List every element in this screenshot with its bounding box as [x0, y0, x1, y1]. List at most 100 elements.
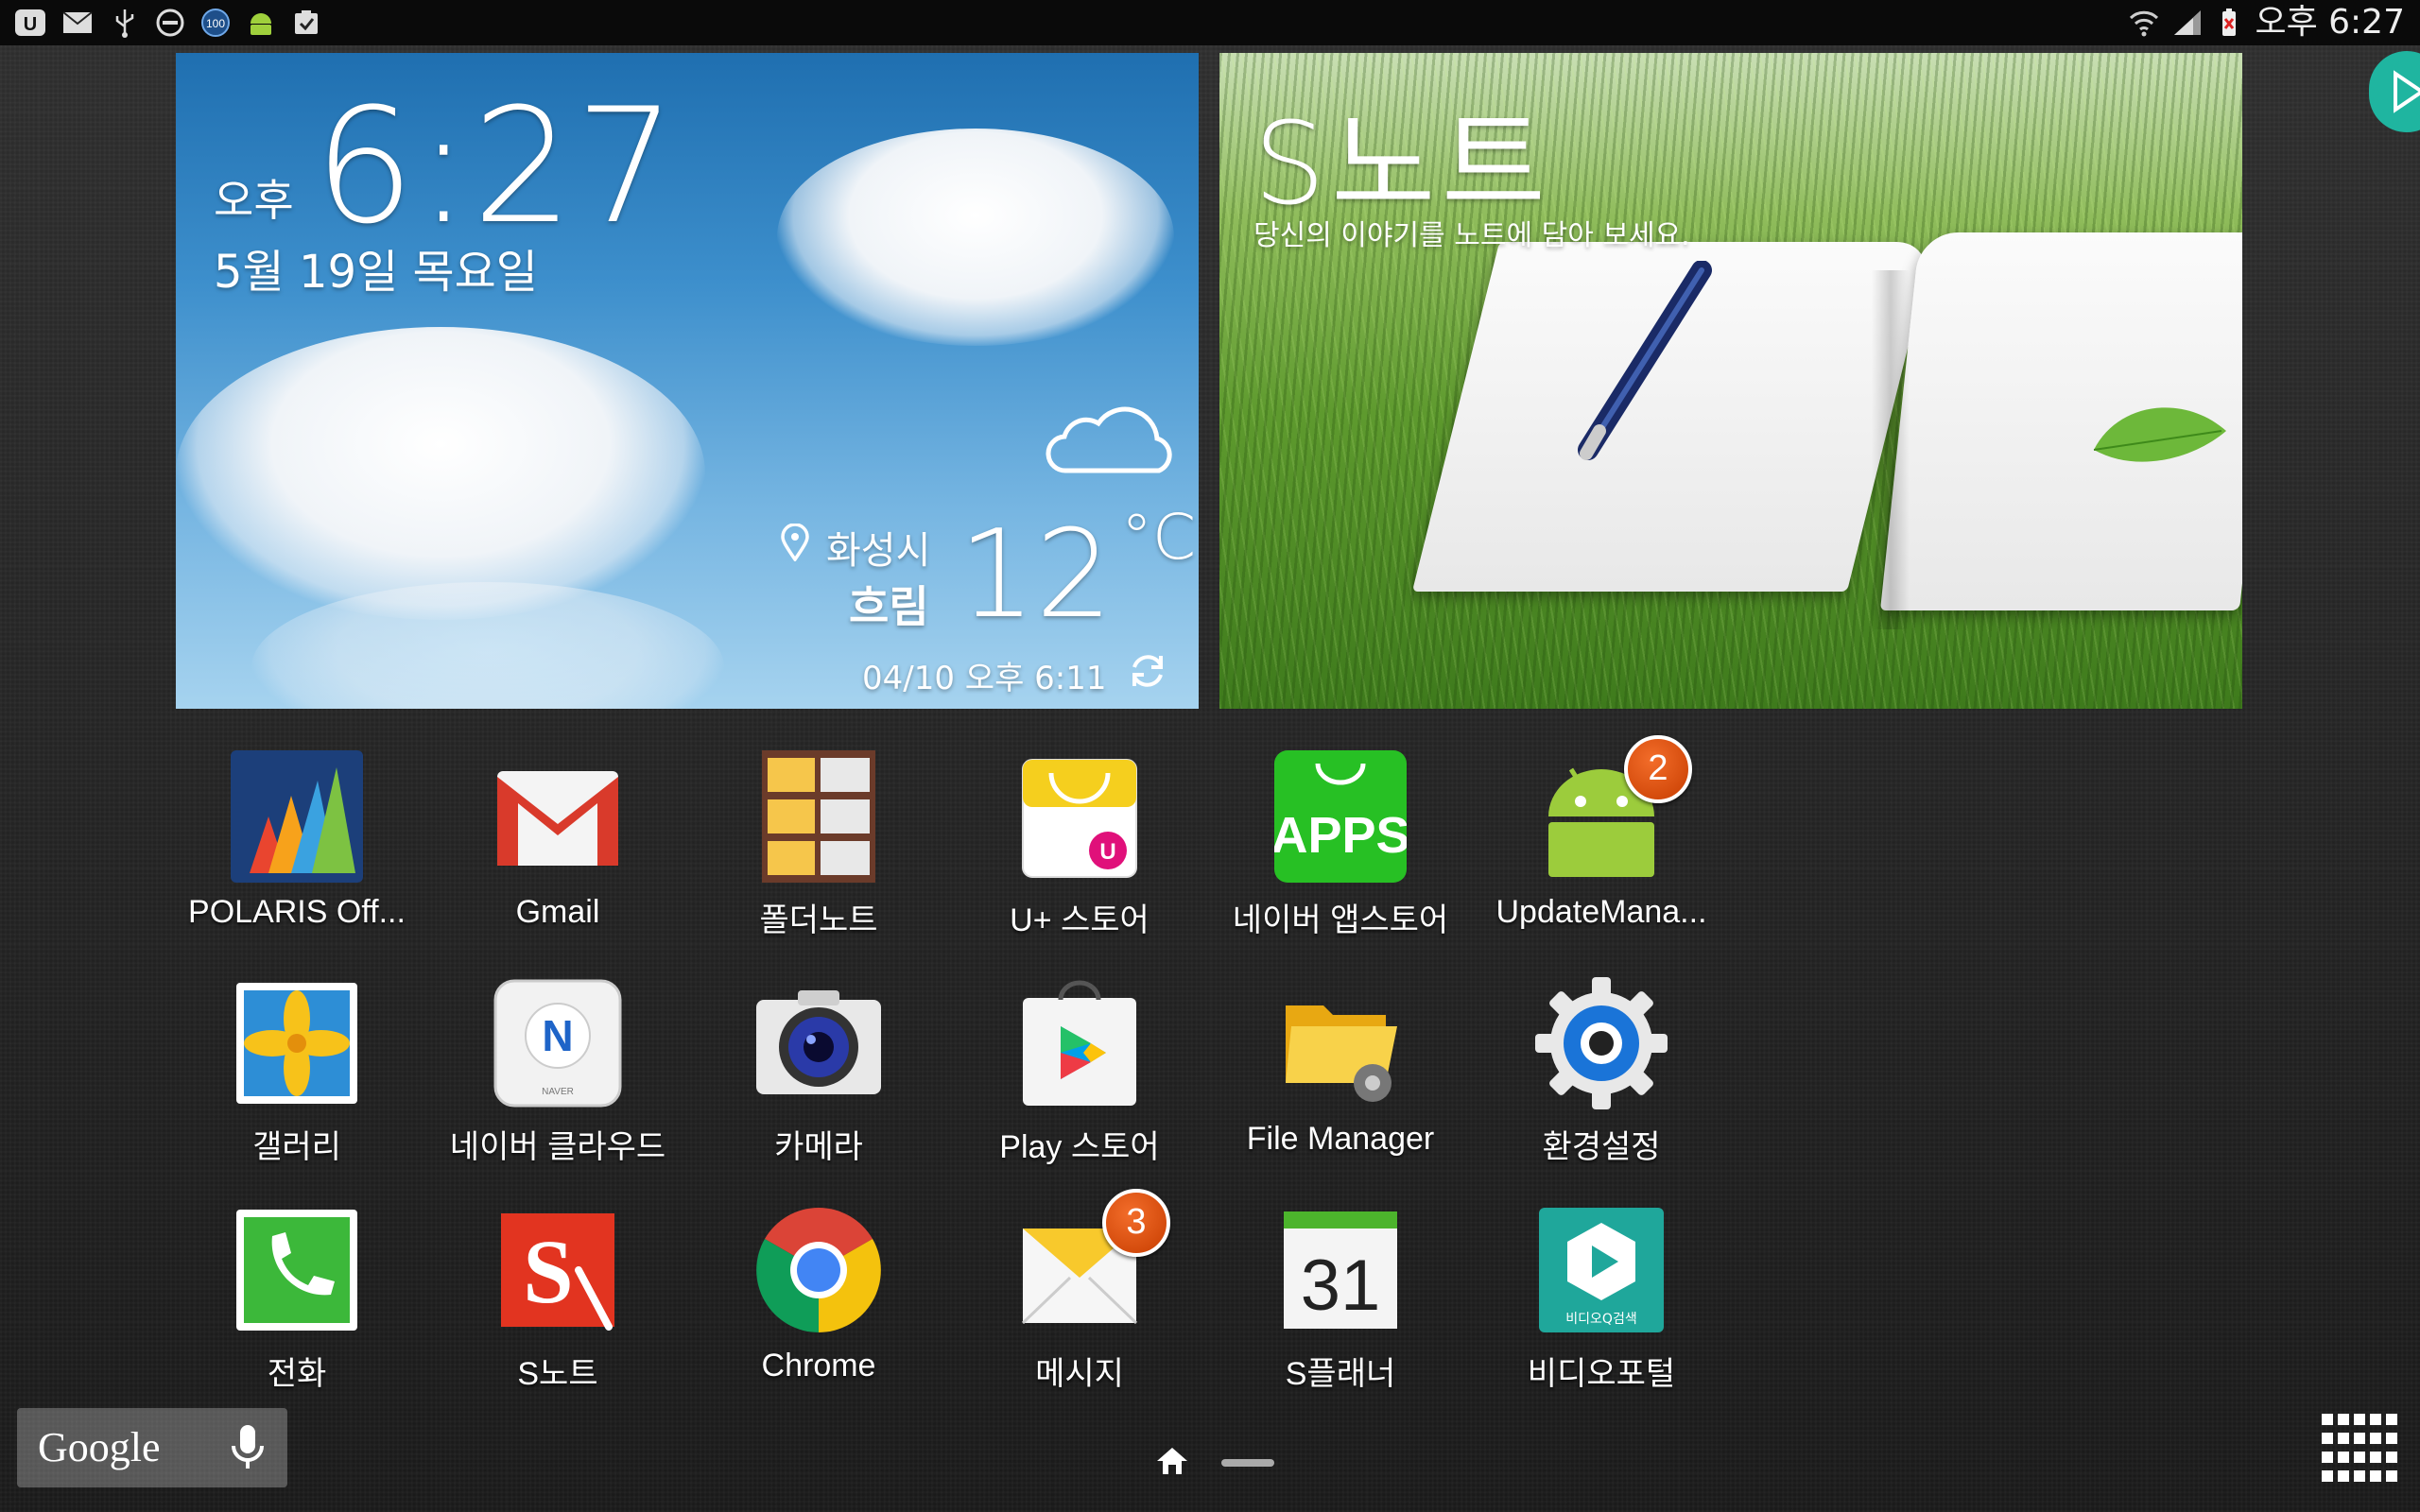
- app-label: 네이버 앱스토어: [1232, 902, 1449, 938]
- battery-100-icon: 100: [199, 8, 233, 38]
- svg-text:U: U: [1099, 839, 1115, 865]
- app-naver-appstore[interactable]: APPS 네이버 앱스토어: [1218, 750, 1463, 940]
- folder-note-icon: [752, 750, 885, 883]
- app-folder-note[interactable]: 폴더노트: [696, 750, 942, 940]
- side-panel-handle[interactable]: [2369, 51, 2420, 132]
- app-chrome[interactable]: Chrome: [696, 1204, 942, 1384]
- svg-text:100: 100: [206, 17, 225, 30]
- svg-text:NAVER: NAVER: [542, 1087, 574, 1097]
- app-label: POLARIS Off...: [188, 894, 406, 930]
- android-update-icon: 2: [1535, 735, 1692, 883]
- app-label: U+ 스토어: [1010, 902, 1150, 938]
- app-naver-cloud[interactable]: N NAVER 네이버 클라우드: [435, 977, 681, 1167]
- app-polaris-office[interactable]: POLARIS Off...: [174, 750, 420, 931]
- settings-icon: [1535, 977, 1668, 1109]
- refresh-icon[interactable]: [1127, 650, 1168, 692]
- book-spine-shadow: [1872, 270, 1910, 629]
- signal-icon: [2170, 8, 2204, 38]
- clock-date: 5월 19일 목요일: [214, 246, 538, 299]
- polaris-office-icon: [231, 750, 363, 883]
- app-snote[interactable]: S S노트: [435, 1204, 681, 1394]
- play-store-icon: [1013, 977, 1146, 1109]
- uplus-store-icon: U: [1013, 750, 1146, 883]
- weather-updated-time: 04/10 오후 6:11: [862, 660, 1107, 697]
- app-label: Gmail: [515, 894, 600, 930]
- naver-cloud-icon: N NAVER: [492, 977, 624, 1109]
- location-pin-icon: [781, 524, 809, 561]
- leaf-decoration: [2093, 407, 2226, 462]
- app-phone[interactable]: 전화: [174, 1204, 420, 1394]
- app-video-portal[interactable]: 비디오Q검색 비디오포털: [1478, 1204, 1724, 1394]
- svg-text:비디오Q검색: 비디오Q검색: [1565, 1312, 1636, 1327]
- svg-text:N: N: [542, 1011, 573, 1060]
- weather-condition: 흐림: [849, 581, 929, 632]
- app-play-store[interactable]: Play 스토어: [957, 977, 1202, 1167]
- app-label: 환경설정: [1542, 1129, 1661, 1165]
- clipboard-icon: [289, 8, 323, 38]
- microphone-icon[interactable]: [229, 1421, 267, 1474]
- play-arrow-icon: [2394, 70, 2420, 113]
- file-manager-icon: [1274, 977, 1407, 1109]
- app-gmail[interactable]: Gmail: [435, 750, 681, 931]
- app-file-manager[interactable]: File Manager: [1218, 977, 1463, 1158]
- clock-ampm: 오후: [214, 175, 294, 226]
- naver-appstore-icon: APPS: [1270, 750, 1410, 883]
- camera-icon: [752, 977, 885, 1109]
- app-label: 비디오포털: [1527, 1356, 1676, 1392]
- google-logo-text: Google: [38, 1424, 161, 1470]
- snote-subtitle: 당신의 이야기를 노트에 담아 보세요.: [1253, 219, 1690, 252]
- snote-widget[interactable]: S노트 당신의 이야기를 노트에 담아 보세요.: [1219, 53, 2242, 709]
- svg-text:S: S: [523, 1221, 573, 1322]
- app-label: File Manager: [1246, 1121, 1435, 1157]
- app-label: 네이버 클라우드: [449, 1129, 666, 1165]
- app-settings[interactable]: 환경설정: [1478, 977, 1724, 1167]
- cloud-decoration: [777, 129, 1174, 346]
- svg-text:APPS: APPS: [1274, 807, 1407, 864]
- app-label: UpdateMana...: [1495, 894, 1707, 930]
- notification-badge: 3: [1102, 1189, 1170, 1257]
- cloud-decoration: [176, 327, 705, 620]
- usb-icon: [108, 8, 142, 38]
- gmail-icon: [492, 750, 624, 883]
- gallery-icon: [231, 977, 363, 1109]
- status-time: 오후 6:27: [2255, 3, 2405, 42]
- app-gallery[interactable]: 갤러리: [174, 977, 420, 1167]
- svg-text:31: 31: [1301, 1246, 1381, 1326]
- app-update-manager[interactable]: 2 UpdateMana...: [1478, 735, 1724, 931]
- notification-badge: 2: [1624, 735, 1692, 803]
- app-camera[interactable]: 카메라: [696, 977, 942, 1167]
- cloudy-weather-icon: [1046, 406, 1172, 473]
- app-label: 갤러리: [252, 1129, 341, 1165]
- app-splanner[interactable]: 31 S플래너: [1218, 1204, 1463, 1394]
- status-bar[interactable]: U 100 오후 6:27: [0, 0, 2420, 45]
- app-label: 메시지: [1035, 1356, 1124, 1392]
- app-label: S노트: [517, 1356, 598, 1392]
- app-label: 전화: [267, 1356, 327, 1392]
- clock-time[interactable]: 6:27: [314, 74, 678, 259]
- google-search-bar[interactable]: Google: [17, 1408, 287, 1487]
- uplus-icon: U: [13, 8, 47, 38]
- chrome-icon: [752, 1204, 885, 1336]
- app-uplus-store[interactable]: U U+ 스토어: [957, 750, 1202, 940]
- weather-unit: °C: [1121, 501, 1197, 574]
- app-label: 카메라: [774, 1129, 863, 1165]
- app-label: S플래너: [1285, 1356, 1396, 1392]
- clock-weather-widget[interactable]: 오후 6:27 5월 19일 목요일 화성시 흐림 12 °C 04/10 오후…: [176, 53, 1199, 709]
- video-portal-icon: 비디오Q검색: [1535, 1204, 1668, 1336]
- page-indicator-dash[interactable]: [1221, 1459, 1274, 1467]
- weather-location: 화성시: [826, 529, 931, 573]
- messages-icon: 3: [1013, 1189, 1170, 1336]
- mail-icon: [60, 8, 95, 38]
- snote-icon: S: [492, 1204, 624, 1336]
- app-label: Chrome: [761, 1348, 876, 1383]
- svg-text:U: U: [24, 14, 37, 35]
- wifi-icon: [2127, 8, 2161, 38]
- app-messages[interactable]: 3 메시지: [957, 1189, 1202, 1394]
- do-not-disturb-icon: [153, 8, 187, 38]
- android-icon: [244, 8, 278, 38]
- apps-grid-icon[interactable]: [2322, 1414, 2397, 1484]
- battery-icon: [2212, 8, 2246, 38]
- home-page-indicator-icon[interactable]: [1153, 1444, 1191, 1478]
- phone-icon: [231, 1204, 363, 1336]
- pen-decoration: [1578, 261, 1712, 460]
